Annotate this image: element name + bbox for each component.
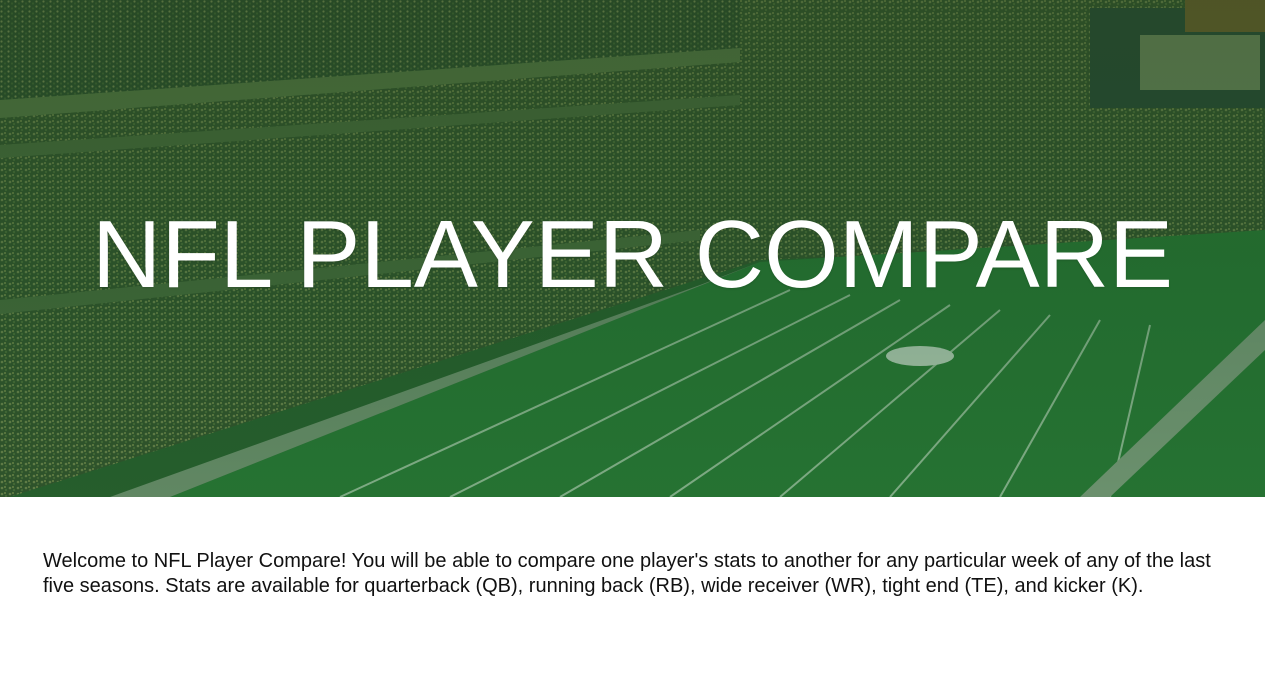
page-title: NFL PLAYER COMPARE	[91, 201, 1174, 308]
intro-paragraph: Welcome to NFL Player Compare! You will …	[43, 550, 1211, 597]
hero-banner: NFL PLAYER COMPARE	[0, 0, 1265, 497]
